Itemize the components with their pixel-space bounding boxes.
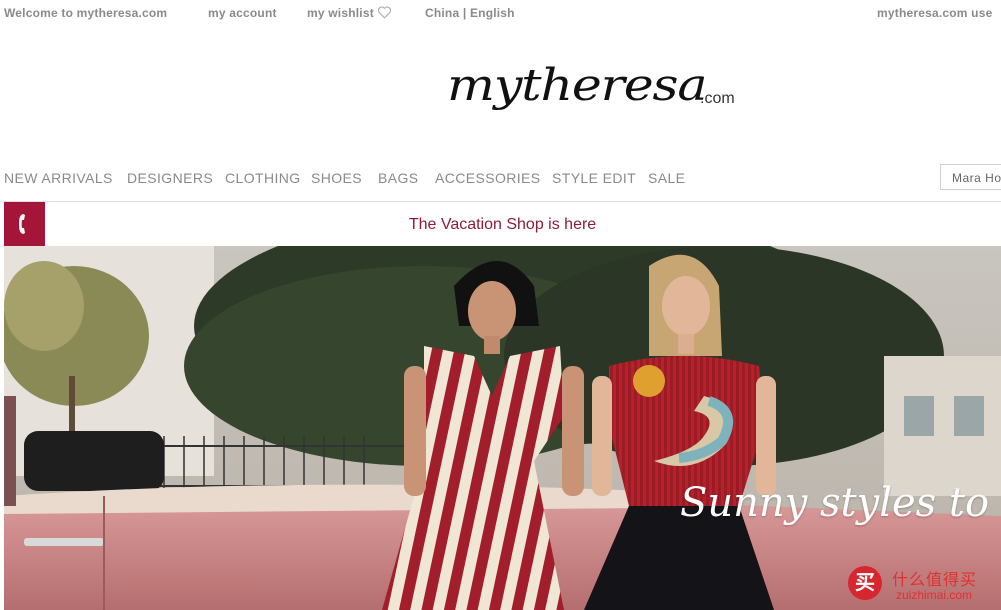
search-input[interactable] (941, 165, 1001, 185)
watermark: 买 什么值得买 zuizhimai.com (848, 562, 1001, 610)
my-wishlist-link[interactable]: my wishlist (307, 6, 392, 20)
watermark-brand: 什么值得买 (892, 572, 978, 589)
site-logo[interactable]: mytheresa .com (447, 48, 747, 128)
hero-photo (4, 246, 1001, 610)
promo-text[interactable]: The Vacation Shop is here (4, 216, 1001, 234)
nav-clothing[interactable]: CLOTHING (225, 170, 301, 186)
nav-sale[interactable]: SALE (648, 170, 685, 186)
my-account-link[interactable]: my account (208, 6, 277, 20)
hero-banner[interactable]: Sunny styles to we (4, 246, 1001, 610)
nav-style-edit[interactable]: STYLE EDIT (552, 170, 636, 186)
my-wishlist-label[interactable]: my wishlist (307, 6, 374, 20)
hero-headline[interactable]: Sunny styles to we (680, 480, 1001, 526)
utility-bar: Welcome to mytheresa.com my account my w… (0, 0, 1001, 26)
nav-designers[interactable]: DESIGNERS (127, 170, 213, 186)
main-navigation: NEW ARRIVALS DESIGNERS CLOTHING SHOES BA… (0, 166, 1001, 190)
logo-script: mytheresa (447, 60, 708, 111)
nav-new-arrivals[interactable]: NEW ARRIVALS (4, 170, 113, 186)
watermark-badge: 买 (848, 566, 882, 600)
nav-shoes[interactable]: SHOES (311, 170, 362, 186)
logo-suffix: .com (700, 90, 735, 107)
heart-icon (377, 6, 391, 19)
nav-accessories[interactable]: ACCESSORIES (435, 170, 541, 186)
promo-banner[interactable]: The Vacation Shop is here (4, 202, 1001, 246)
search-field[interactable] (940, 164, 1001, 190)
welcome-text: Welcome to mytheresa.com (4, 6, 168, 20)
nav-bags[interactable]: BAGS (378, 170, 419, 186)
region-language-selector[interactable]: China | English (425, 6, 515, 20)
usa-site-link[interactable]: mytheresa.com use (877, 6, 992, 20)
watermark-site: zuizhimai.com (896, 588, 973, 602)
